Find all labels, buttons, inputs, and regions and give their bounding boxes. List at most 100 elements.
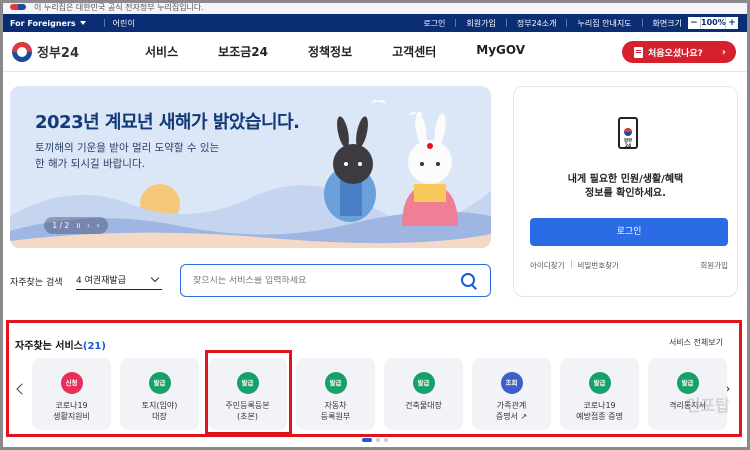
section-title: 자주찾는 서비스(21) [15, 337, 106, 352]
bird-icon [410, 112, 424, 118]
service-count: (21) [82, 341, 106, 352]
carousel-prev-icon[interactable] [16, 383, 28, 395]
service-name-line1: 토지(임야) [141, 401, 178, 410]
pause-icon[interactable]: ॥ [76, 221, 81, 231]
logo-text: 정부24 [37, 46, 80, 61]
search-input[interactable] [193, 275, 460, 286]
main-header: 정부24 서비스 보조금24 정책정보 고객센터 MyGOV 처음오셨나요? › [0, 32, 750, 72]
service-card[interactable]: 신청 코로나19 생활지원비 [32, 358, 111, 430]
banner-title: 2023년 계묘년 새해가 밝았습니다. [35, 112, 300, 133]
service-name-line1: 코로나19 [55, 401, 88, 410]
gov-notice-text: 이 누리집은 대한민국 공식 전자정부 누리집입니다. [34, 2, 204, 12]
service-name-line1: 주민등록등본 [225, 401, 270, 410]
service-name-line1: 자동차 [324, 401, 347, 410]
carousel-dot[interactable] [376, 438, 380, 442]
zoom-control: − 100% + [688, 17, 738, 29]
signup-link[interactable]: 회원가입 [464, 18, 497, 29]
watermark: 인포탑 [685, 396, 730, 415]
service-name-line2: 생활지원비 [53, 412, 90, 421]
zoom-in-button[interactable]: + [726, 17, 738, 29]
banner-pager: 1 / 2 ॥ ‹ › [44, 217, 108, 234]
carousel-dot[interactable] [384, 438, 388, 442]
service-name: 코로나19 생활지원비 [32, 400, 111, 422]
frequent-search-value: 4 여권재발급 [76, 276, 126, 286]
next-icon[interactable]: › [97, 221, 100, 230]
carousel-dot-active[interactable] [362, 438, 372, 442]
login-link[interactable]: 로그인 [421, 18, 447, 29]
caret-down-icon [79, 21, 86, 25]
nav-mygov[interactable]: MyGOV [476, 43, 525, 60]
divider [570, 260, 572, 268]
service-badge: 조회 [500, 372, 523, 394]
signup-link[interactable]: 회원가입 [700, 260, 728, 271]
service-card[interactable]: 발급 주민등록등본 (초본) [208, 358, 287, 430]
frequent-services-section: 자주찾는 서비스(21) 서비스 전체보기 신청 코로나19 생활지원비 발급 토… [6, 320, 742, 437]
service-badge: 신청 [60, 372, 83, 394]
document-icon [634, 46, 643, 58]
frequent-search-label: 자주찾는 검색 [10, 278, 63, 288]
service-name-line2: 예방접종 증명 [576, 412, 623, 421]
first-visit-label: 처음오셨나요? [648, 48, 703, 59]
divider [641, 19, 643, 27]
service-search-box [180, 264, 491, 297]
service-badge: 발급 [676, 372, 699, 394]
service-badge: 발급 [236, 372, 259, 394]
sitemap-link[interactable]: 누리집 안내지도 [575, 18, 633, 29]
white-rabbit-figure [402, 113, 458, 226]
service-name: 자동차등록원부 [296, 400, 375, 422]
search-icon[interactable] [460, 272, 478, 290]
service-card[interactable]: 발급 자동차등록원부 [296, 358, 375, 430]
service-badge: 발급 [148, 372, 171, 394]
service-name-line2: 증명서 ↗ [495, 412, 528, 421]
service-card[interactable]: 발급 코로나19 예방접종 증명 [560, 358, 639, 430]
view-all-services-link[interactable]: 서비스 전체보기 [669, 337, 723, 348]
service-card[interactable]: 조회 가족관계증명서 ↗ [472, 358, 551, 430]
service-name-line2: 대장 [152, 412, 167, 421]
zoom-out-button[interactable]: − [688, 17, 700, 29]
first-visit-button[interactable]: 처음오셨나요? › [622, 41, 736, 63]
divider [455, 19, 457, 27]
nav-policy-info[interactable]: 정책정보 [308, 43, 352, 60]
carousel-dots [0, 438, 750, 442]
section-title-text: 자주찾는 서비스 [15, 341, 83, 352]
service-name-line2: 등록원부 [320, 412, 351, 421]
find-id-link[interactable]: 아이디찾기 [530, 260, 565, 271]
service-name: 건축물대장 [384, 400, 463, 411]
site-logo[interactable]: 정부24 [0, 41, 125, 62]
kids-link[interactable]: 어린이 [113, 18, 135, 29]
about-link[interactable]: 정부24소개 [515, 18, 559, 29]
service-name: 가족관계증명서 ↗ [472, 400, 551, 422]
banner-subtitle-line1: 토끼해의 기운을 받아 멀리 도약할 수 있는 [35, 142, 220, 154]
bird-icon [372, 100, 386, 106]
foreigners-dropdown[interactable]: For Foreigners [10, 19, 86, 28]
taegeuk-logo-icon [12, 41, 32, 62]
frequent-search-select[interactable]: 4 여권재발급 [76, 270, 162, 290]
nav-services[interactable]: 서비스 [145, 43, 178, 60]
gov-mark-icon [10, 4, 26, 10]
service-badge: 발급 [324, 372, 347, 394]
divider [566, 19, 568, 27]
service-card[interactable]: 발급 토지(임야) 대장 [120, 358, 199, 430]
prev-icon[interactable]: ‹ [87, 221, 90, 230]
gov-notice-bar: 이 누리집은 대한민국 공식 전자정부 누리집입니다. [0, 0, 750, 14]
main-banner[interactable]: 2023년 계묘년 새해가 밝았습니다. 토끼해의 기운을 받아 멀리 도약할 … [10, 86, 491, 248]
zoom-label: 화면크기 [652, 18, 682, 28]
dark-rabbit-figure [324, 116, 376, 222]
login-button[interactable]: 로그인 [530, 218, 728, 246]
login-message: 내게 필요한 민원/생활/혜택 정보를 확인하세요. [514, 173, 737, 201]
nav-subsidy24[interactable]: 보조금24 [218, 43, 268, 60]
phone-label: 정부24 [623, 139, 633, 149]
zoom-value: 100% [700, 17, 726, 29]
service-name-line1: 가족관계 [496, 401, 527, 410]
nav-customer-center[interactable]: 고객센터 [392, 43, 436, 60]
service-name: 토지(임야) 대장 [120, 400, 199, 422]
foreigners-label: For Foreigners [10, 18, 76, 28]
find-password-link[interactable]: 비밀번호찾기 [578, 260, 619, 271]
chevron-right-icon: › [721, 46, 726, 58]
service-badge: 발급 [588, 372, 611, 394]
banner-page-indicator: 1 / 2 [52, 221, 70, 230]
service-name: 코로나19 예방접종 증명 [560, 400, 639, 422]
mobile-phone-icon: 정부24 [618, 117, 638, 149]
service-card[interactable]: 발급 건축물대장 [384, 358, 463, 430]
divider [103, 19, 105, 27]
